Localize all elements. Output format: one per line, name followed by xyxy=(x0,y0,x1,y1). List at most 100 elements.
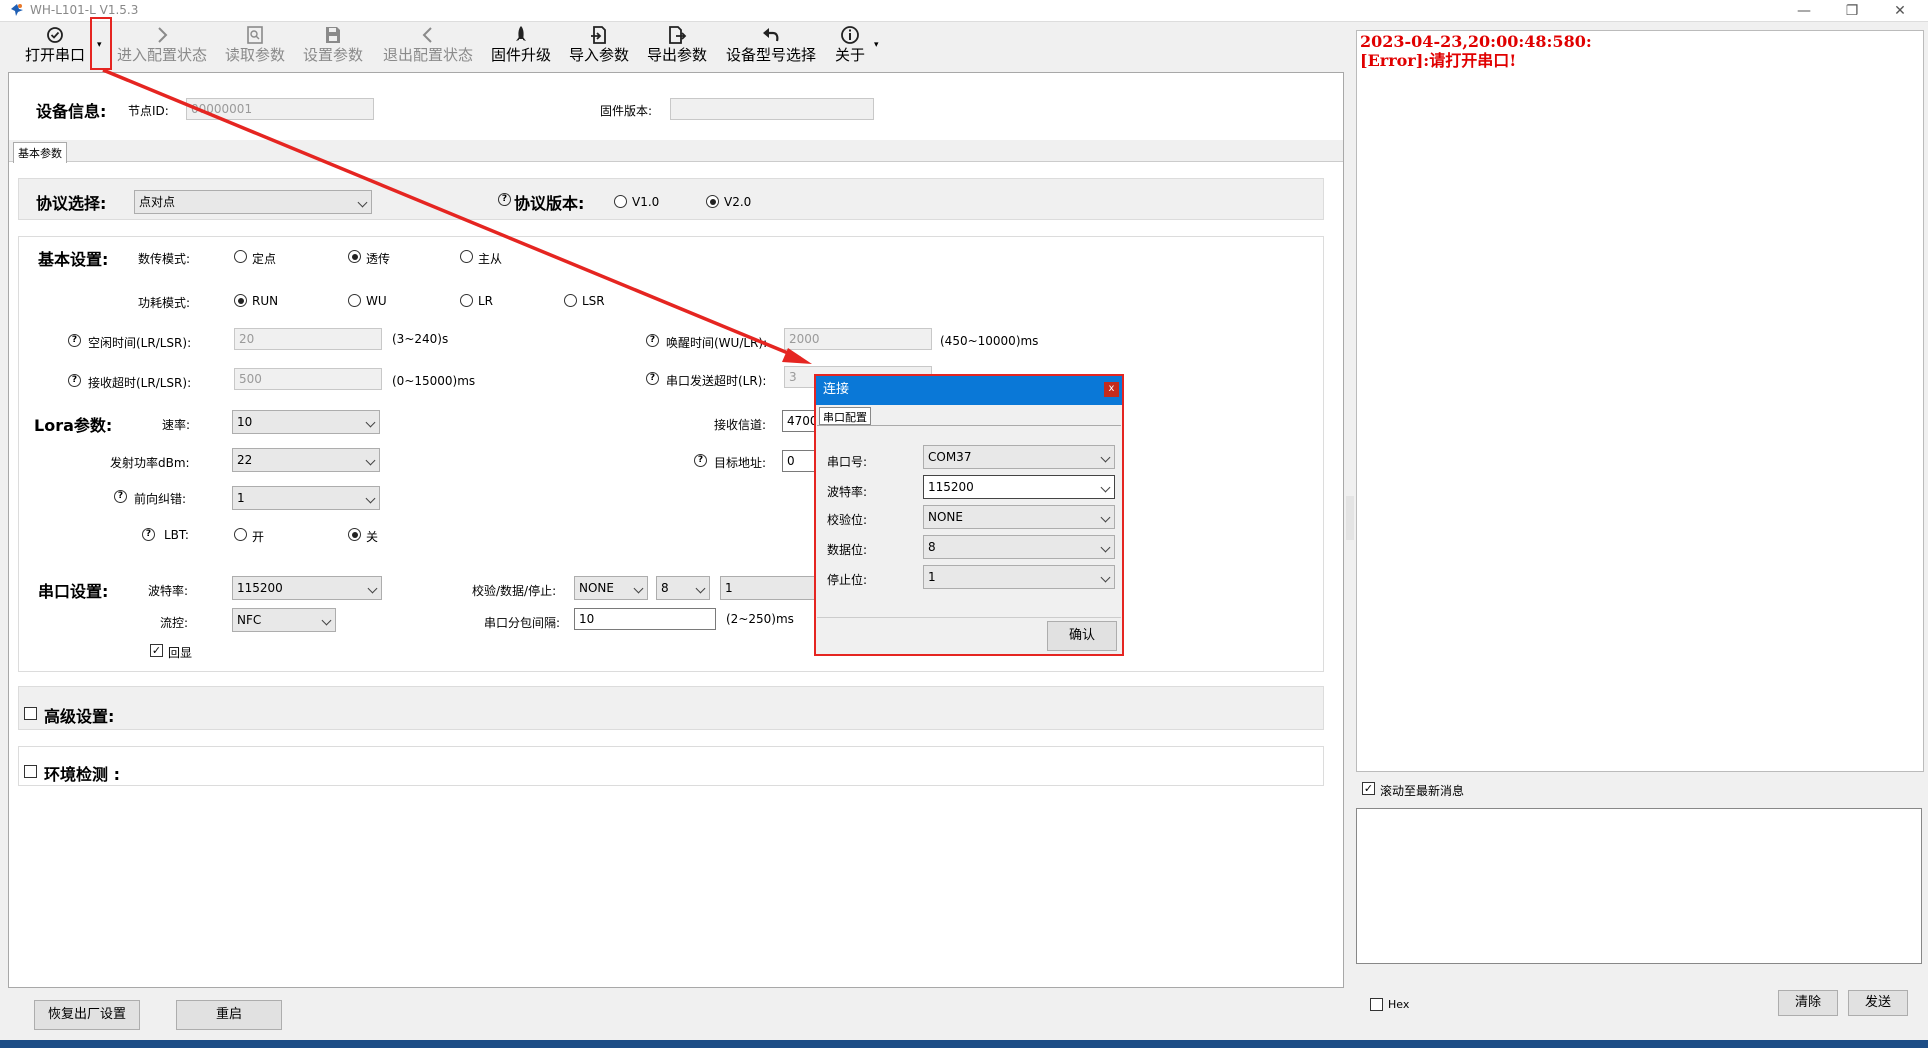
fw-version-field[interactable] xyxy=(670,98,874,120)
v2-label: V2.0 xyxy=(724,195,752,209)
packet-interval-field[interactable]: 10 xyxy=(574,608,716,630)
info-icon xyxy=(841,26,859,44)
lora-rate-select[interactable]: 10 xyxy=(232,410,380,434)
channel-field[interactable]: 4700 xyxy=(782,410,818,432)
restart-button[interactable]: 重启 xyxy=(176,1000,282,1030)
wake-time-field[interactable]: 2000 xyxy=(784,328,932,350)
annotation-dialog-frame xyxy=(814,374,1124,656)
lora-header: Lora参数: xyxy=(34,416,113,435)
about-label: 关于 xyxy=(834,46,865,64)
read-params-label: 读取参数 xyxy=(224,46,285,64)
parity-select[interactable]: NONE xyxy=(574,576,648,600)
protocol-select[interactable]: 点对点 xyxy=(134,190,372,214)
packet-interval-label: 串口分包间隔: xyxy=(484,616,561,630)
advanced-group xyxy=(18,686,1324,730)
node-id-field[interactable]: 00000001 xyxy=(186,98,374,120)
set-params-button[interactable]: 设置参数 xyxy=(300,24,366,68)
v1-label: V1.0 xyxy=(632,195,660,209)
lora-rate-value: 10 xyxy=(237,415,253,429)
serial-baud-select[interactable]: 115200 xyxy=(232,576,382,600)
tx-power-select[interactable]: 22 xyxy=(232,448,380,472)
save-disk-icon xyxy=(326,27,340,43)
scroll-latest-checkbox[interactable]: ✓ xyxy=(1362,782,1375,795)
undo-arrow-icon xyxy=(763,28,779,42)
env-header: 环境检测 : xyxy=(44,765,120,784)
stop-bits-select[interactable]: 1 xyxy=(720,576,816,600)
more-caret-icon[interactable]: ▾ xyxy=(874,40,879,50)
device-model-button[interactable]: 设备型号选择 xyxy=(722,24,820,68)
open-port-label: 打开串口 xyxy=(24,46,85,64)
maximize-button[interactable]: ❐ xyxy=(1830,0,1874,22)
firmware-upgrade-label: 固件升级 xyxy=(490,46,551,64)
lbt-off-label: 关 xyxy=(366,530,379,544)
minimize-button[interactable]: — xyxy=(1782,0,1826,22)
question-icon[interactable]: ? xyxy=(68,334,81,347)
pm-lr-radio[interactable] xyxy=(460,294,473,307)
send-button[interactable]: 发送 xyxy=(1848,990,1908,1016)
basic-header: 基本设置: xyxy=(38,250,109,269)
check-circle-icon xyxy=(47,27,63,43)
import-params-button[interactable]: 导入参数 xyxy=(566,24,632,68)
question-icon[interactable]: ? xyxy=(646,334,659,347)
echo-checkbox[interactable]: ✓ xyxy=(150,644,163,657)
question-icon[interactable]: ? xyxy=(694,454,707,467)
flow-control-select[interactable]: NFC xyxy=(232,608,336,632)
question-icon[interactable]: ? xyxy=(114,490,127,503)
protocol-version-header: 协议版本: xyxy=(514,194,585,213)
export-params-button[interactable]: 导出参数 xyxy=(644,24,710,68)
dropdown-caret-icon: ▾ xyxy=(97,40,102,50)
v2-radio[interactable] xyxy=(706,195,719,208)
question-icon[interactable]: ? xyxy=(646,372,659,385)
tx-power-label: 发射功率dBm: xyxy=(110,456,190,470)
mode-master-label: 主从 xyxy=(478,252,503,266)
env-checkbox[interactable] xyxy=(24,765,37,778)
factory-reset-button[interactable]: 恢复出厂设置 xyxy=(34,1000,140,1030)
title-bar xyxy=(0,0,1928,22)
serial-baud-value: 115200 xyxy=(237,581,283,595)
tab-basic-params[interactable]: 基本参数 xyxy=(13,142,67,163)
open-port-button[interactable]: 打开串口 xyxy=(20,24,90,68)
read-document-icon xyxy=(247,26,263,44)
fec-label: 前向纠错: xyxy=(134,492,187,506)
question-icon[interactable]: ? xyxy=(68,374,81,387)
pm-run-radio[interactable] xyxy=(234,294,247,307)
firmware-upgrade-button[interactable]: 固件升级 xyxy=(488,24,554,68)
recv-timeout-label: 接收超时(LR/LSR): xyxy=(88,376,192,390)
close-window-button[interactable]: ✕ xyxy=(1878,0,1922,22)
lbt-on-radio[interactable] xyxy=(234,528,247,541)
recv-timeout-field[interactable]: 500 xyxy=(234,368,382,390)
question-icon[interactable]: ? xyxy=(498,193,511,206)
mode-fixed-label: 定点 xyxy=(252,252,277,266)
question-icon[interactable]: ? xyxy=(142,528,155,541)
mode-transparent-radio[interactable] xyxy=(348,250,361,263)
enter-config-button[interactable]: 进入配置状态 xyxy=(112,24,212,68)
idle-time-field[interactable]: 20 xyxy=(234,328,382,350)
pm-wu-radio[interactable] xyxy=(348,294,361,307)
flow-control-label: 流控: xyxy=(160,616,189,630)
data-bits-value: 8 xyxy=(661,581,669,595)
lbt-label: LBT: xyxy=(164,528,189,542)
flow-control-value: NFC xyxy=(237,613,262,627)
read-params-button[interactable]: 读取参数 xyxy=(222,24,288,68)
chevron-left-icon xyxy=(422,27,432,43)
lbt-off-radio[interactable] xyxy=(348,528,361,541)
clear-button[interactable]: 清除 xyxy=(1778,990,1838,1016)
data-bits-select[interactable]: 8 xyxy=(656,576,710,600)
about-button[interactable]: 关于 xyxy=(832,24,868,68)
advanced-checkbox[interactable] xyxy=(24,707,37,720)
v1-radio[interactable] xyxy=(614,195,627,208)
target-address-field[interactable]: 0 xyxy=(782,450,818,472)
idle-time-label: 空闲时间(LR/LSR): xyxy=(88,336,192,350)
fec-select[interactable]: 1 xyxy=(232,486,380,510)
send-input[interactable] xyxy=(1356,808,1922,964)
log-panel xyxy=(1356,30,1924,772)
splitter-handle[interactable] xyxy=(1346,496,1354,540)
fw-version-label: 固件版本: xyxy=(600,104,653,118)
mode-fixed-radio[interactable] xyxy=(234,250,247,263)
pm-lsr-radio[interactable] xyxy=(564,294,577,307)
hex-checkbox[interactable] xyxy=(1370,998,1383,1011)
serial-header: 串口设置: xyxy=(38,582,109,601)
exit-config-button[interactable]: 退出配置状态 xyxy=(378,24,478,68)
parity-value: NONE xyxy=(579,581,614,595)
mode-master-radio[interactable] xyxy=(460,250,473,263)
